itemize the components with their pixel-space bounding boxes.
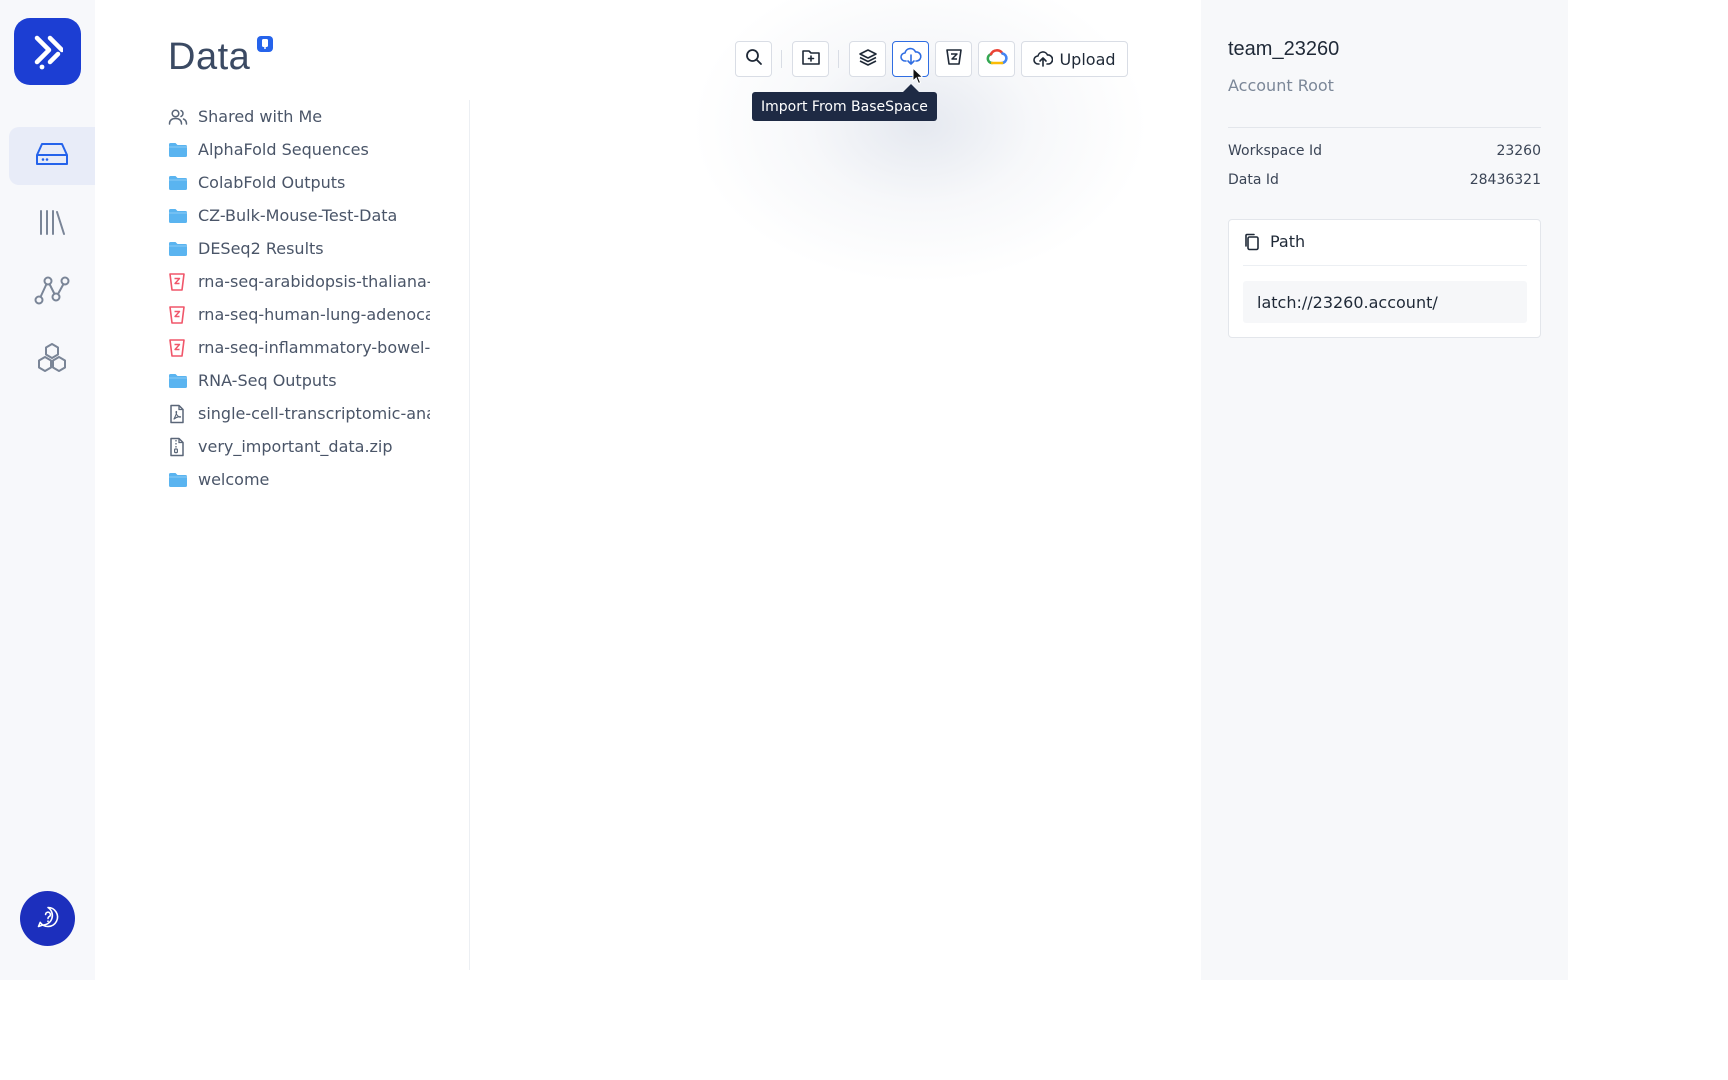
google-cloud-icon [986, 48, 1008, 70]
help-chat-icon [36, 905, 60, 933]
file-item[interactable]: very_important_data.zip [168, 430, 430, 463]
hexagons-icon [35, 342, 69, 378]
path-value[interactable]: latch://23260.account/ [1243, 281, 1527, 323]
data-id-label: Data Id [1228, 172, 1279, 188]
file-item[interactable]: single-cell-transcriptomic-anal [168, 397, 430, 430]
file-item[interactable]: RNA-Seq Outputs [168, 364, 430, 397]
file-tree: Shared with Me AlphaFold Sequences ColabFo… [168, 100, 468, 496]
tooltip-arrow [903, 84, 919, 92]
folder-icon [168, 470, 190, 490]
mouse-cursor-icon [912, 67, 924, 85]
file-item-label: Shared with Me [198, 107, 323, 126]
file-item-label: rna-seq-inflammatory-bowel-c [198, 338, 430, 357]
bucket-icon [168, 338, 190, 358]
nav-item-workflows[interactable] [9, 263, 95, 321]
info-panel: team_23260 Account Root Workspace Id 232… [1201, 0, 1568, 980]
nav-rail [0, 0, 95, 980]
info-badge-icon[interactable] [257, 36, 273, 52]
divider [1228, 127, 1541, 128]
tooltip: Import From BaseSpace [752, 92, 937, 121]
file-item-label: ColabFold Outputs [198, 173, 346, 192]
upload-label: Upload [1059, 49, 1116, 69]
file-item[interactable]: rna-seq-arabidopsis-thaliana-r [168, 265, 430, 298]
file-item[interactable]: CZ-Bulk-Mouse-Test-Data [168, 199, 430, 232]
graph-icon [34, 275, 70, 309]
bucket-icon [168, 305, 190, 325]
pdf-file-icon [168, 404, 190, 424]
help-button[interactable] [20, 891, 75, 946]
zip-file-icon [168, 437, 190, 457]
file-item-label: single-cell-transcriptomic-anal [198, 404, 430, 423]
nav-item-registry[interactable] [9, 195, 95, 253]
s3-bucket-button[interactable] [935, 41, 972, 77]
data-id-value: 28436321 [1469, 172, 1541, 188]
file-item[interactable]: DESeq2 Results [168, 232, 430, 265]
file-item-label: CZ-Bulk-Mouse-Test-Data [198, 206, 398, 225]
nav-item-molecules[interactable] [9, 331, 95, 389]
copy-icon[interactable] [1243, 233, 1261, 251]
new-folder-button[interactable] [792, 41, 829, 77]
workspace-id-value: 23260 [1496, 143, 1541, 159]
path-header: Path [1243, 232, 1305, 251]
data-id-row: Data Id 28436321 [1228, 172, 1541, 188]
file-item[interactable]: rna-seq-human-lung-adenoca [168, 298, 430, 331]
file-item[interactable]: welcome [168, 463, 430, 496]
users-icon [168, 107, 190, 127]
latch-logo-icon[interactable] [14, 18, 81, 85]
folder-icon [168, 140, 190, 160]
search-button[interactable] [735, 41, 772, 77]
bucket-icon [168, 272, 190, 292]
file-item-label: very_important_data.zip [198, 437, 393, 456]
folder-icon [168, 206, 190, 226]
path-label: Path [1270, 232, 1306, 251]
toolbar-separator [781, 50, 782, 68]
file-item-label: rna-seq-arabidopsis-thaliana-r [198, 272, 430, 291]
nav-item-data[interactable] [9, 127, 95, 185]
upload-button[interactable]: Upload [1021, 41, 1128, 77]
google-cloud-button[interactable] [978, 41, 1015, 77]
layers-icon [858, 48, 878, 70]
path-card: Path latch://23260.account/ [1228, 219, 1541, 338]
folder-icon [168, 239, 190, 259]
s3-bucket-icon [944, 47, 964, 71]
workspace-id-label: Workspace Id [1228, 143, 1322, 159]
folder-icon [168, 173, 190, 193]
file-item[interactable]: Shared with Me [168, 100, 430, 133]
main-area: Data Shared with Me AlphaFold Sequences Co… [95, 0, 1201, 980]
pane-divider[interactable] [469, 100, 470, 970]
library-icon [37, 208, 67, 240]
file-item-label: AlphaFold Sequences [198, 140, 369, 159]
drive-icon [35, 140, 69, 172]
new-folder-icon [801, 48, 821, 70]
folder-icon [168, 371, 190, 391]
file-item-label: DESeq2 Results [198, 239, 324, 258]
page-title: Data [168, 36, 251, 78]
file-item-label: RNA-Seq Outputs [198, 371, 337, 390]
file-item-label: rna-seq-human-lung-adenoca [198, 305, 430, 324]
file-item[interactable]: rna-seq-inflammatory-bowel-c [168, 331, 430, 364]
cloud-upload-icon [1033, 51, 1054, 67]
file-item[interactable]: AlphaFold Sequences [168, 133, 430, 166]
divider [1243, 265, 1527, 266]
account-subtitle: Account Root [1228, 76, 1334, 95]
account-name: team_23260 [1228, 38, 1340, 60]
file-item-label: welcome [198, 470, 270, 489]
toolbar-separator [838, 50, 839, 68]
workspace-id-row: Workspace Id 23260 [1228, 143, 1541, 159]
layers-button[interactable] [849, 41, 886, 77]
file-item[interactable]: ColabFold Outputs [168, 166, 430, 199]
search-icon [745, 48, 763, 70]
